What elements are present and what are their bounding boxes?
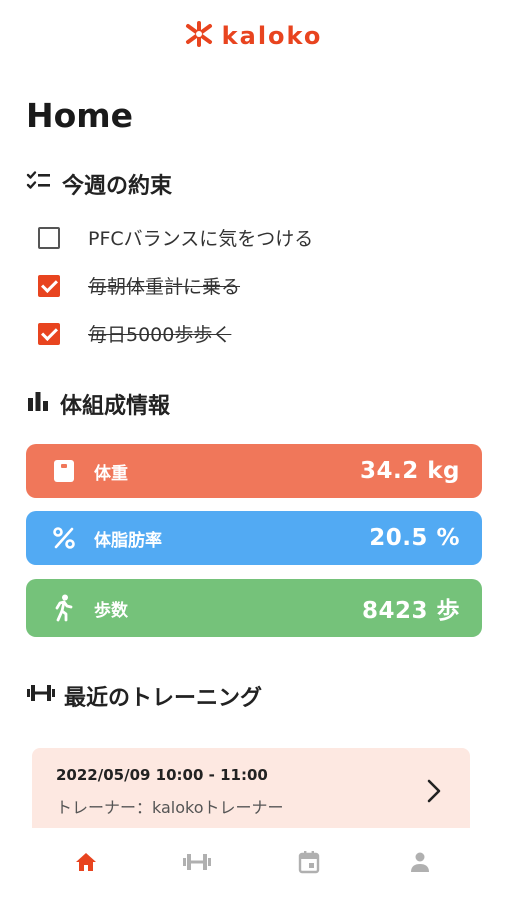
body-section-title: 体組成情報 [26,388,170,420]
nav-calendar[interactable] [279,844,339,884]
promise-label: 毎朝体重計に乗る [88,276,241,298]
bottom-nav [0,828,506,900]
trainer-label: トレーナー： [56,798,153,817]
dumbbell-icon [26,682,56,710]
promise-checkbox-checked[interactable] [38,322,60,345]
promise-item[interactable]: 毎日5000歩歩く [38,320,231,347]
chevron-right-icon[interactable] [426,778,442,808]
metric-weight[interactable]: 体重 34.2 kg [26,444,482,498]
nav-training[interactable] [167,844,227,884]
training-datetime: 2022/05/09 10:00 - 11:00 [56,766,268,784]
trainer-name: kalokoトレーナー [152,798,284,817]
dumbbell-icon [182,851,212,877]
metric-label: 体重 [94,463,128,484]
training-card[interactable]: 2022/05/09 10:00 - 11:00 トレーナー： kalokoトレ… [32,748,470,838]
calendar-icon [298,850,320,878]
training-title: 最近のトレーニング [64,686,263,711]
metric-value: 8423 歩 [361,598,460,624]
bar-chart-icon [26,390,50,418]
promise-label: PFCバランスに気をつける [88,228,314,250]
promises-section-title: 今週の約束 [26,168,172,200]
body-title: 体組成情報 [60,394,171,419]
metric-value: 20.5 % [369,525,460,551]
page-title: Home [26,96,134,135]
training-section-title: 最近のトレーニング [26,680,262,712]
promise-item[interactable]: PFCバランスに気をつける [38,224,313,251]
promises-title: 今週の約束 [62,174,173,199]
nav-home[interactable] [56,844,116,884]
training-trainer: トレーナー： kalokoトレーナー [56,794,446,818]
metric-label: 歩数 [94,600,128,621]
home-icon [74,851,98,877]
metric-value: 34.2 kg [359,458,460,484]
app-logo-text: kaloko [221,22,323,50]
scale-icon [50,459,78,483]
metric-label: 体脂肪率 [94,530,162,551]
promise-item[interactable]: 毎朝体重計に乗る [38,272,240,299]
promise-label: 毎日5000歩歩く [88,324,232,346]
person-icon [409,851,431,877]
nav-profile[interactable] [390,844,450,884]
metric-body-fat[interactable]: 体脂肪率 20.5 % [26,511,482,565]
percent-icon [50,526,78,550]
promise-checkbox-unchecked[interactable] [38,226,60,249]
app-header: kaloko [0,18,506,54]
walking-icon [50,594,78,622]
checklist-icon [26,170,52,198]
kaloko-logo-icon [184,21,214,51]
promise-checkbox-checked[interactable] [38,274,60,297]
metric-steps[interactable]: 歩数 8423 歩 [26,579,482,637]
